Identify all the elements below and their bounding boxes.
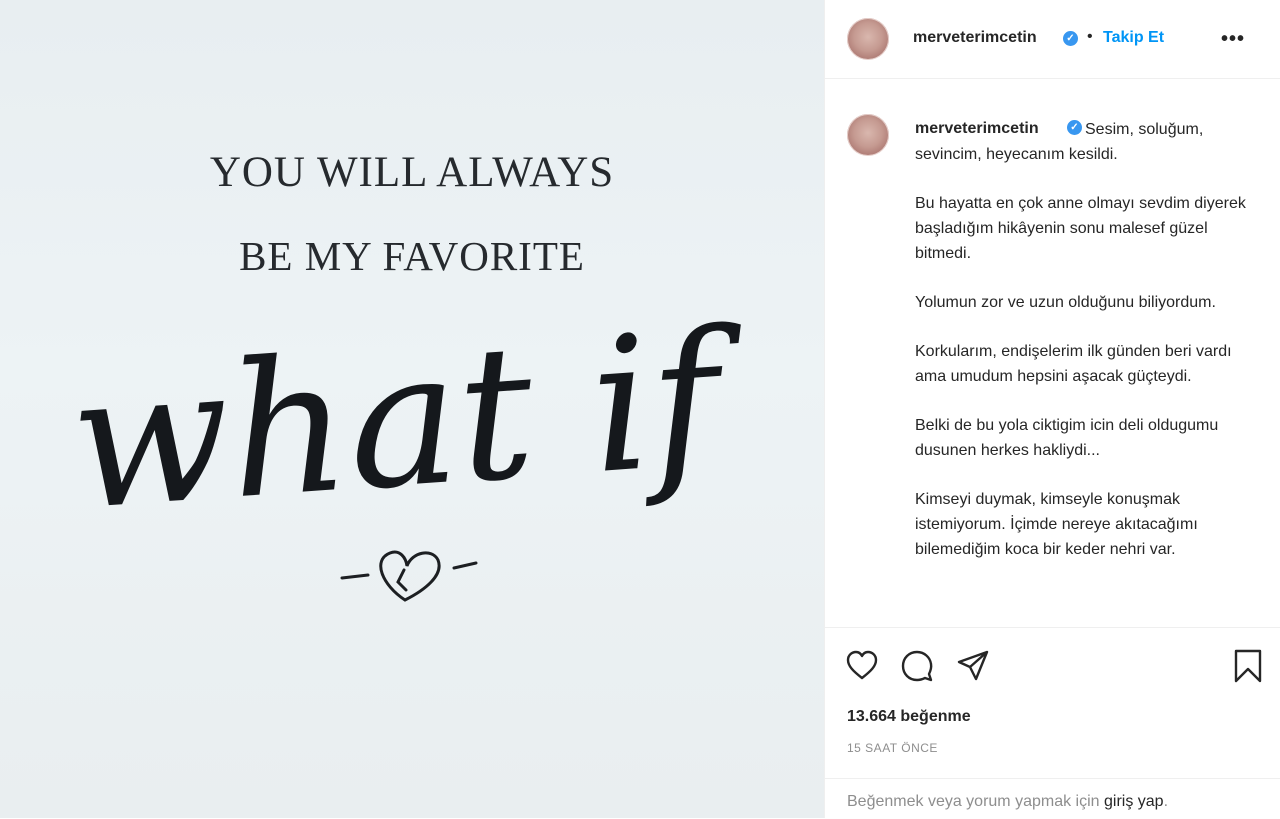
caption-paragraph: Bu hayatta en çok anne olmayı sevdim diy… — [915, 195, 1246, 262]
script-artwork: what if — [64, 289, 754, 602]
follow-button[interactable]: Takip Et — [1103, 29, 1164, 47]
avatar[interactable] — [847, 18, 889, 60]
post-side-panel: merveterimcetin ✓ • Takip Et ••• mervete… — [824, 0, 1280, 818]
share-icon[interactable] — [956, 649, 990, 683]
post-actions: 13.664 beğenme 15 SAAT ÖNCE Beğenmek vey… — [825, 627, 1280, 818]
post-timestamp[interactable]: 15 SAAT ÖNCE — [847, 741, 938, 755]
caption-area: merveterimcetin ✓ Sesim, soluğum, sevinc… — [825, 79, 1280, 627]
post-header: merveterimcetin ✓ • Takip Et ••• — [825, 0, 1280, 79]
heart-doodle-icon — [340, 550, 478, 602]
verified-badge-icon: ✓ — [1063, 31, 1078, 46]
login-prompt: Beğenmek veya yorum yapmak için giriş ya… — [825, 778, 1280, 819]
caption-avatar[interactable] — [847, 114, 889, 156]
post-image[interactable]: YOU WILL ALWAYS BE MY FAVORITE what if — [0, 0, 824, 818]
likes-count[interactable]: 13.664 beğenme — [847, 708, 971, 726]
caption-paragraph: Kimseyi duymak, kimseyle konuşmak istemi… — [915, 491, 1198, 558]
more-options-button[interactable]: ••• — [1221, 28, 1245, 51]
heart-icon[interactable] — [845, 649, 879, 683]
login-link[interactable]: giriş yap — [1104, 793, 1164, 810]
caption-text: Sesim, soluğum, sevincim, heyecanım kesi… — [915, 117, 1255, 586]
bookmark-icon[interactable] — [1231, 649, 1265, 683]
caption-paragraph: Sesim, soluğum, sevincim, heyecanım kesi… — [915, 121, 1204, 163]
caption-paragraph: Yolumun zor ve uzun olduğunu biliyordum. — [915, 294, 1216, 311]
header-username[interactable]: merveterimcetin — [913, 29, 1037, 47]
separator-dot: • — [1087, 28, 1093, 45]
comment-icon[interactable] — [900, 649, 934, 683]
login-prompt-text: Beğenmek veya yorum yapmak için giriş ya… — [847, 793, 1169, 810]
caption-paragraph: Korkularım, endişelerim ilk günden beri … — [915, 343, 1232, 385]
script-what-if: what if — [64, 289, 754, 552]
caption-paragraph: Belki de bu yola ciktigim icin deli oldu… — [915, 417, 1219, 459]
